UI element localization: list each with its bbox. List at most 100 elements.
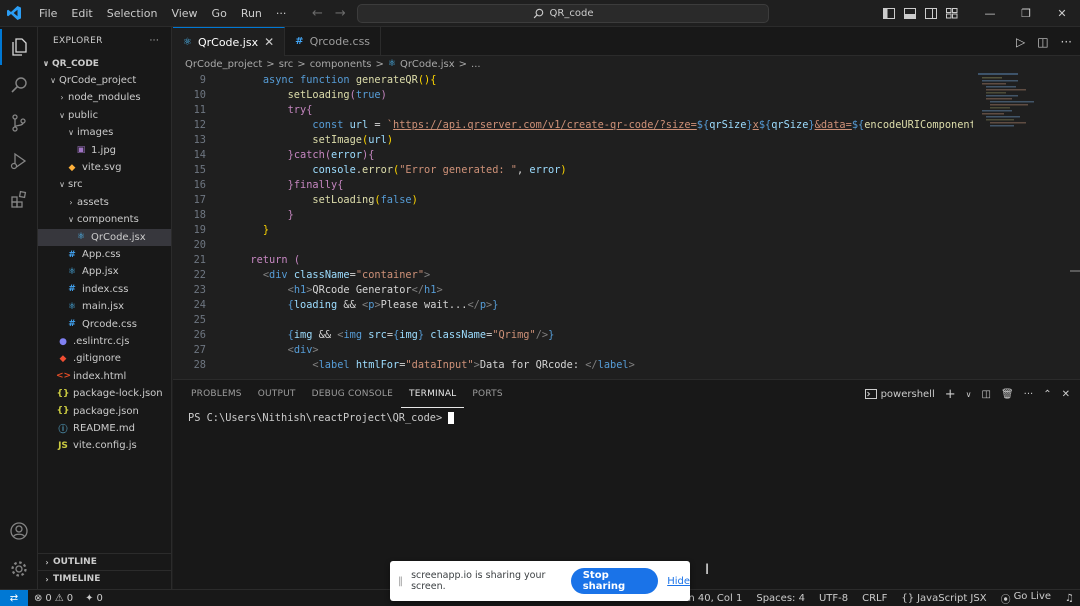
breadcrumb-item[interactable]: ... [471, 59, 481, 70]
timeline-section[interactable]: › TIMELINE [38, 570, 171, 587]
back-arrow-icon[interactable]: ← [312, 6, 323, 21]
tree-file[interactable]: # Qrcode.css [38, 316, 171, 333]
menu-edit[interactable]: Edit [64, 0, 99, 27]
cursor-position[interactable]: Ln 40, Col 1 [683, 593, 743, 604]
command-center-search[interactable]: QR_code [357, 4, 769, 23]
account-icon[interactable] [0, 513, 38, 549]
more-actions-icon[interactable]: ··· [1061, 35, 1072, 49]
tab-problems[interactable]: PROBLEMS [183, 380, 250, 408]
tree-file[interactable]: ⚛ QrCode.jsx [38, 228, 171, 246]
new-terminal-icon[interactable]: + [945, 387, 956, 402]
outline-section[interactable]: › OUTLINE [38, 553, 171, 570]
problems-status[interactable]: ⊗ 0 ⚠ 0 [34, 593, 73, 604]
menu-selection[interactable]: Selection [100, 0, 165, 27]
tree-file[interactable]: # App.css [38, 246, 171, 263]
customize-layout-icon[interactable] [941, 0, 962, 27]
menu-view[interactable]: View [164, 0, 204, 27]
tree-item-label: index.html [73, 370, 127, 382]
remote-indicator-icon[interactable]: ⇄ [0, 589, 28, 606]
tree-folder[interactable]: ∨ QrCode_project [38, 72, 171, 89]
tree-folder[interactable]: ∨ images [38, 124, 171, 141]
tab-ports[interactable]: PORTS [464, 380, 510, 408]
workspace-label: QR_CODE [52, 58, 99, 69]
breadcrumb-item[interactable]: components [310, 59, 372, 70]
shell-name: powershell [880, 388, 935, 400]
encoding[interactable]: UTF-8 [819, 593, 848, 604]
stop-sharing-button[interactable]: Stop sharing [570, 568, 659, 594]
run-file-icon[interactable]: ▷ [1016, 35, 1025, 49]
menu-run[interactable]: Run [234, 0, 269, 27]
drag-handle-icon[interactable]: ‖ [398, 576, 405, 587]
close-tab-icon[interactable]: ✕ [264, 35, 274, 49]
search-icon[interactable] [0, 67, 38, 103]
menu-go[interactable]: Go [205, 0, 234, 27]
tree-file[interactable]: ◆ vite.svg [38, 159, 171, 176]
tree-folder[interactable]: ∨ public [38, 107, 171, 124]
workspace-root[interactable]: ∨ QR_CODE [38, 55, 171, 72]
tab-qrcode-jsx[interactable]: ⚛ QrCode.jsx ✕ [173, 27, 286, 56]
notifications-bell-icon[interactable]: ♫ [1065, 593, 1074, 604]
split-editor-icon[interactable]: ◫ [1037, 35, 1048, 49]
tree-file[interactable]: # index.css [38, 281, 171, 298]
end-of-line[interactable]: CRLF [862, 593, 887, 604]
tree-file[interactable]: ◆ .gitignore [38, 350, 171, 367]
tree-file[interactable]: ● .eslintrc.cjs [38, 333, 171, 350]
tree-folder[interactable]: › node_modules [38, 89, 171, 106]
line-number: 12 [193, 119, 206, 131]
tree-folder[interactable]: › assets [38, 194, 171, 211]
breadcrumb: QrCode_project > src > components > ⚛ Qr… [173, 56, 481, 72]
breadcrumb-item[interactable]: src [279, 59, 294, 70]
explorer-more-icon[interactable]: ··· [150, 36, 159, 46]
terminal-shell-selector[interactable]: powershell [864, 388, 935, 400]
more-actions-icon[interactable]: ··· [1024, 389, 1034, 400]
tab-qrcode-css[interactable]: # Qrcode.css [285, 27, 382, 56]
tree-file[interactable]: ⚛ App.jsx [38, 263, 171, 280]
ports-status[interactable]: ✦ 0 [85, 593, 103, 604]
explorer-icon[interactable] [0, 29, 38, 65]
breadcrumb-item[interactable]: QrCode_project [185, 59, 262, 70]
terminal-prompt-line[interactable]: PS C:\Users\Nithish\reactProject\QR_code… [188, 412, 455, 424]
tree-file[interactable]: <> index.html [38, 368, 171, 385]
editor-scrollbar[interactable] [1070, 270, 1080, 272]
tree-file[interactable]: ⓘ README.md [38, 420, 171, 437]
tree-item-label: package-lock.json [73, 388, 163, 400]
language-mode[interactable]: {} JavaScript JSX [901, 593, 986, 604]
tree-folder[interactable]: ∨ src [38, 176, 171, 193]
hide-link[interactable]: Hide [667, 576, 690, 587]
run-debug-icon[interactable] [0, 143, 38, 179]
tab-debug-console[interactable]: DEBUG CONSOLE [304, 380, 401, 408]
toggle-panel-icon[interactable] [899, 0, 920, 27]
source-control-icon[interactable] [0, 105, 38, 141]
close-icon[interactable]: ✕ [1044, 0, 1080, 27]
close-panel-icon[interactable]: ✕ [1062, 389, 1070, 400]
menu-more[interactable]: ··· [269, 0, 294, 27]
go-live-button[interactable]: ⦿ Go Live [1001, 591, 1051, 606]
tree-folder[interactable]: ∨ components [38, 211, 171, 228]
toggle-primary-sidebar-icon[interactable] [878, 0, 899, 27]
toggle-secondary-sidebar-icon[interactable] [920, 0, 941, 27]
minimap[interactable] [978, 73, 1070, 378]
minimize-icon[interactable]: — [972, 0, 1008, 27]
code-line: 17 setLoading(false) [173, 193, 973, 208]
tree-file[interactable]: JS vite.config.js [38, 437, 171, 454]
tree-file[interactable]: ⚛ main.jsx [38, 298, 171, 315]
tab-terminal[interactable]: TERMINAL [401, 381, 465, 408]
extensions-icon[interactable] [0, 181, 38, 217]
split-terminal-icon[interactable]: ◫ [982, 389, 991, 400]
tree-file[interactable]: {} package.json [38, 403, 171, 420]
menu-file[interactable]: File [32, 0, 64, 27]
settings-gear-icon[interactable] [0, 551, 38, 587]
command-center-text: QR_code [549, 8, 594, 19]
trash-icon[interactable]: 🗑 [1001, 389, 1014, 400]
restore-icon[interactable]: ❐ [1008, 0, 1044, 27]
panel-actions: powershell + ∨ ◫ 🗑 ··· ⌃ ✕ [864, 380, 1070, 408]
tree-file[interactable]: ▣ 1.jpg [38, 142, 171, 159]
breadcrumb-item[interactable]: QrCode.jsx [400, 59, 455, 70]
code-editor[interactable]: 9 async function generateQR(){ 10 setLoa… [173, 73, 973, 378]
chevron-down-icon[interactable]: ∨ [966, 390, 972, 399]
forward-arrow-icon[interactable]: → [335, 6, 346, 21]
tab-output[interactable]: OUTPUT [250, 380, 304, 408]
indentation[interactable]: Spaces: 4 [756, 593, 805, 604]
maximize-panel-icon[interactable]: ⌃ [1043, 389, 1051, 400]
tree-file[interactable]: {} package-lock.json [38, 385, 171, 402]
